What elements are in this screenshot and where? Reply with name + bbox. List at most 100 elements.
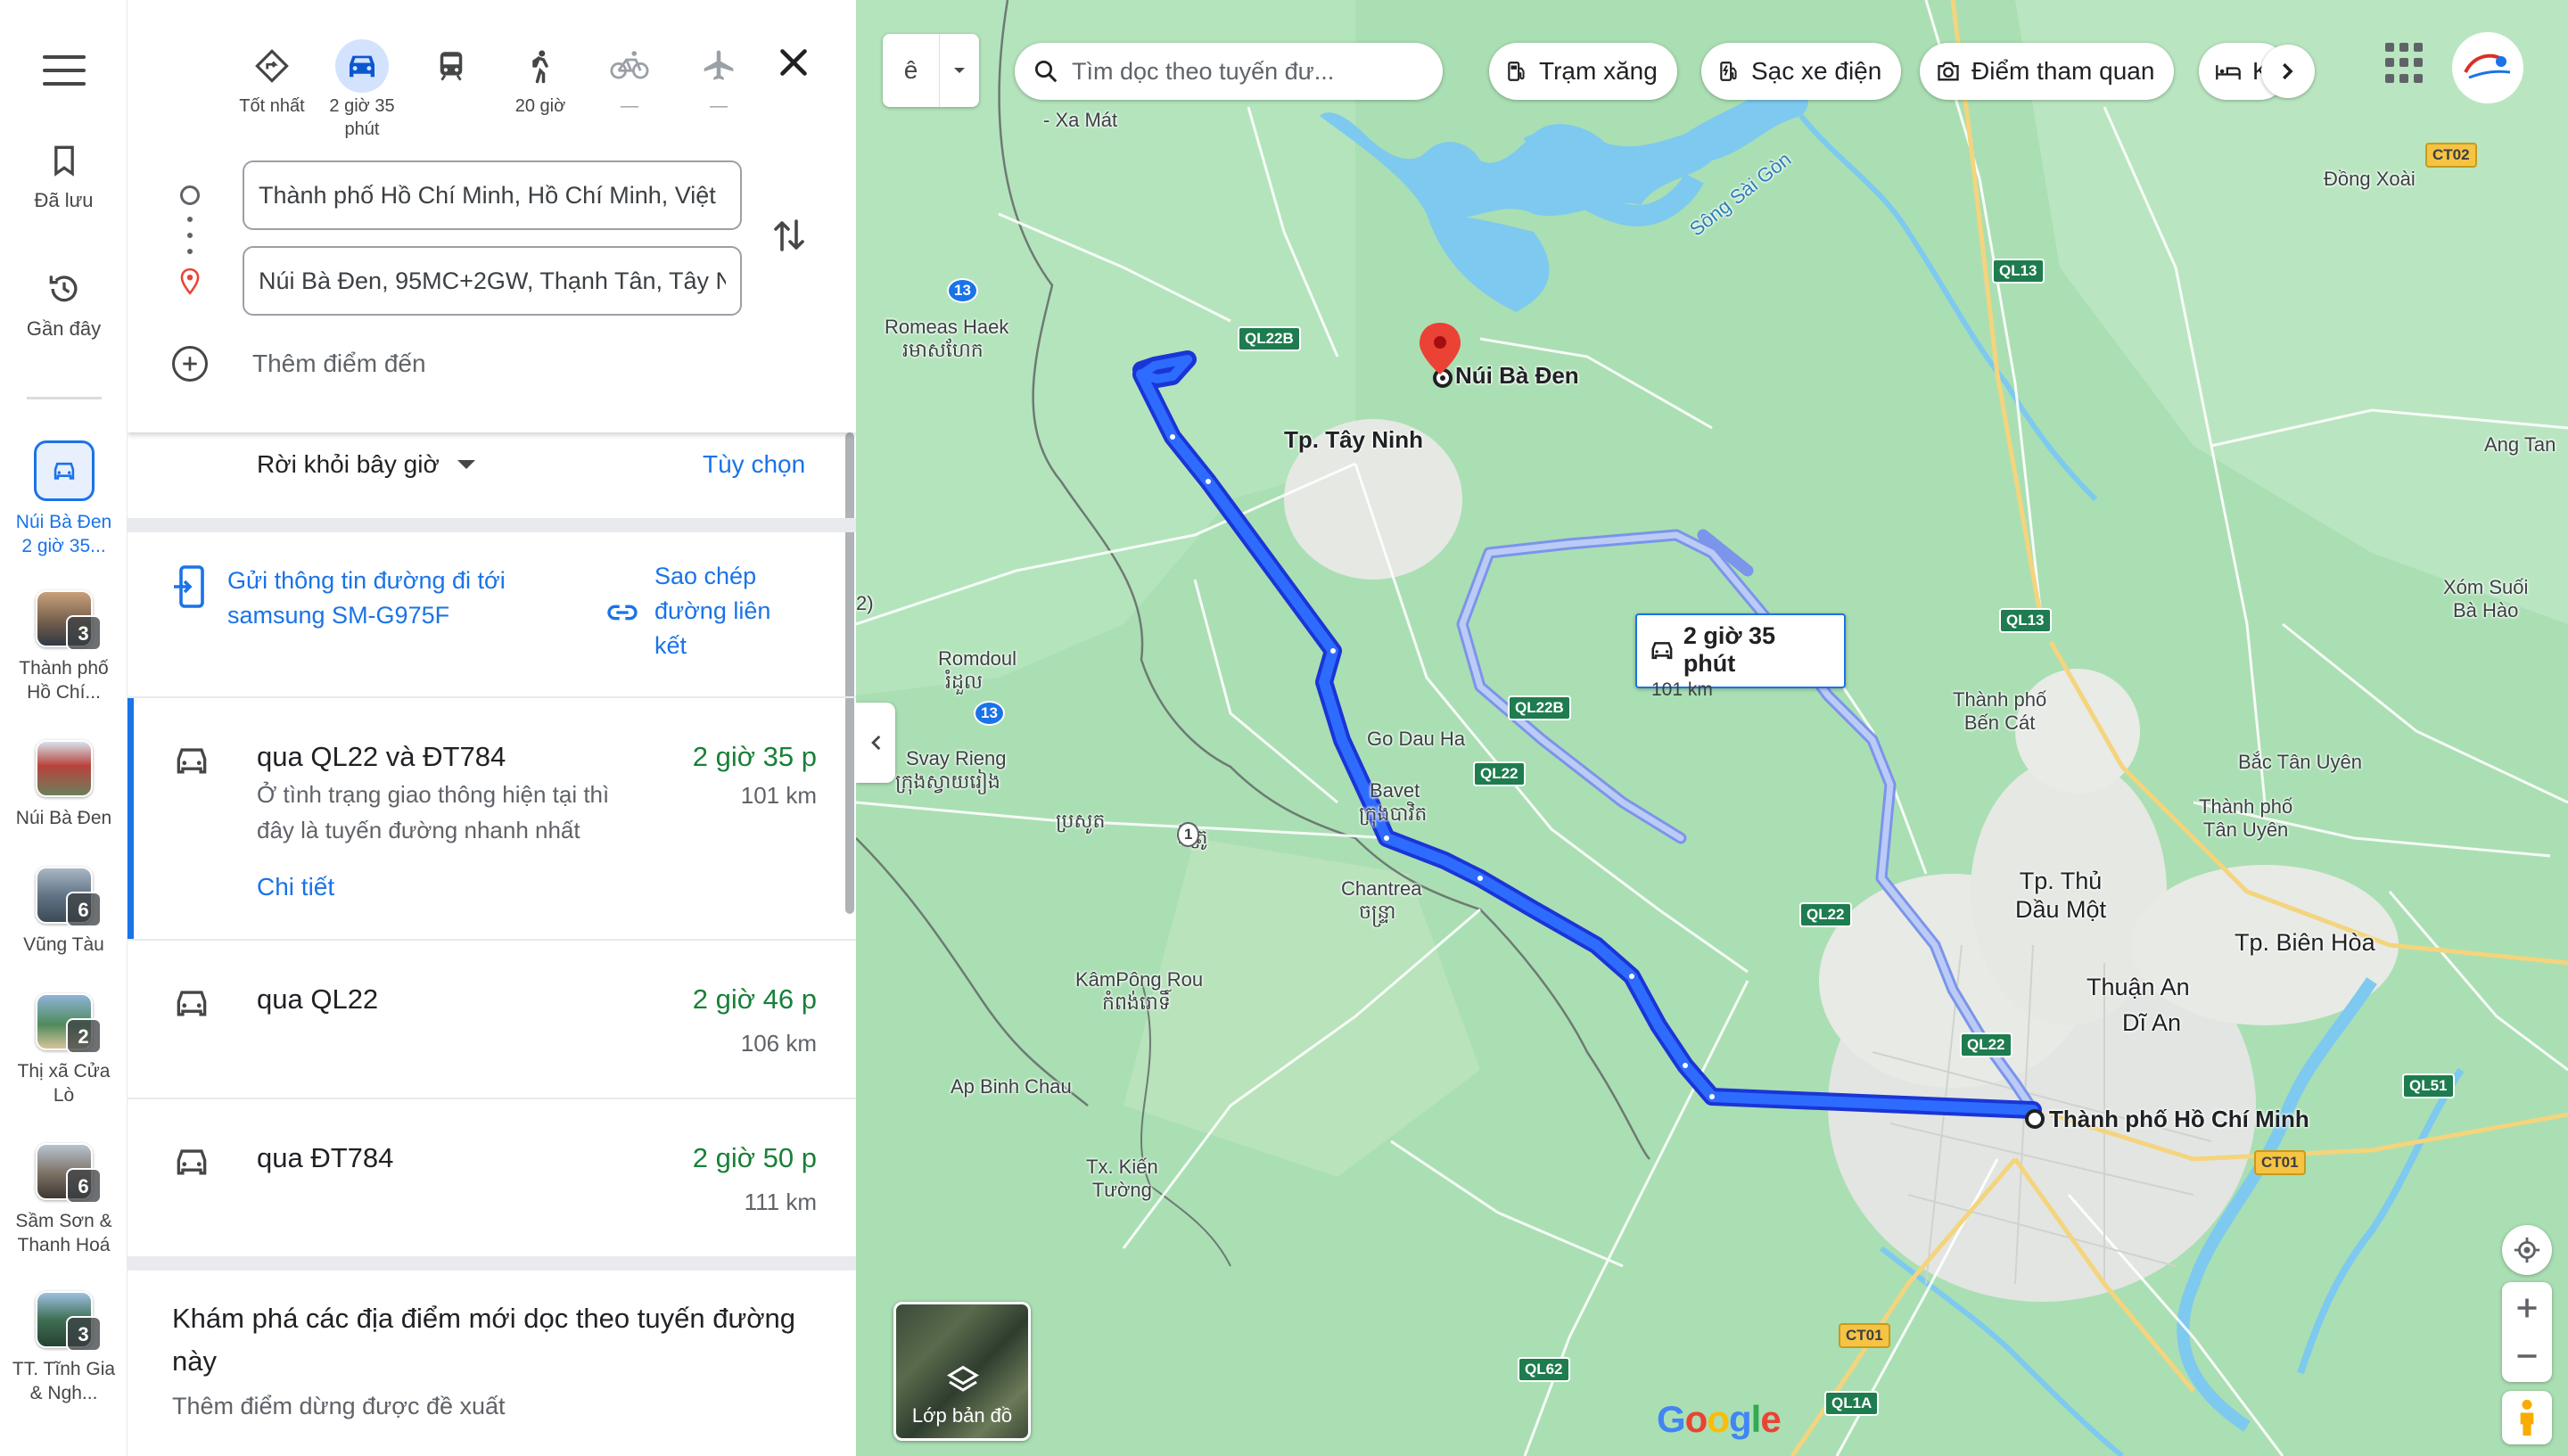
google-apps-icon[interactable] [2385,43,2426,84]
count-badge: 6 [65,892,102,927]
place-thumb: 6 [35,867,102,927]
explore-title: Khám phá các địa điểm mới dọc theo tuyến… [172,1303,796,1377]
rail-item-vung-tau[interactable]: 6 Vũng Tàu [0,867,128,957]
account-avatar[interactable] [2452,32,2523,103]
my-location-button[interactable] [2502,1225,2552,1275]
section-divider [128,1256,856,1271]
map-label-destination[interactable]: Núi Bà Đen [1455,364,1579,387]
car-icon [177,748,207,774]
mode-flight-label: — [710,96,728,116]
collapse-panel-button[interactable] [856,703,895,783]
road-shield: QL22 [1960,1032,2012,1057]
origin-dot-icon [180,185,200,205]
mode-driving[interactable]: 2 giờ 35 phút [322,39,402,141]
map-label: Tx. Kiến Tường [1086,1156,1158,1201]
mode-bicycle-label: — [621,96,638,116]
chips-next-button[interactable] [2261,45,2315,98]
road-shield: QL62 [1518,1357,1570,1382]
road-shield: QL22B [1508,695,1571,720]
route-name: qua QL22 [257,983,379,1015]
mode-driving-label: 2 giờ 35 phút [329,96,395,139]
mode-bicycle[interactable]: — [589,39,670,118]
map-label: រំដួល [945,670,983,693]
send-to-phone-button[interactable]: Gửi thông tin đường đi tới samsung SM-G9… [172,563,575,633]
chip-gas-stations[interactable]: Trạm xăng [1489,43,1677,100]
mode-walking[interactable]: 20 giờ [500,39,580,118]
route-duration: 2 giờ 50 p [692,1142,817,1173]
destination-pin-icon [180,267,200,295]
camera-icon [1938,62,1959,81]
rail-item-nui-ba-den[interactable]: Núi Bà Đen [0,740,128,830]
chevron-left-icon [871,735,881,751]
rail-item-label: Sầm Sơn & Thanh Hoá [15,1211,112,1255]
rail-item-label: Núi Bà Đen [15,808,112,828]
rail-item-saigon[interactable]: 3 Thành phố Hồ Chí... [0,590,128,704]
explore-subtitle[interactable]: Thêm điểm dừng được đề xuất [172,1393,506,1420]
rail-item-label: Vũng Tàu [23,934,104,955]
route-duration-callout[interactable]: 2 giờ 35 phút 101 km [1635,613,1846,700]
copy-link-label: Sao chép đường liên kết [654,563,771,659]
zoom-out-icon[interactable] [2514,1343,2540,1370]
recent-button[interactable]: Gần đây [0,269,128,341]
route-distance: 101 km [740,782,817,809]
map-canvas[interactable]: - Xa Mát Romeas Haek រមាសហែក Tp. Tây Nin… [856,0,2568,1456]
route-filter-dropdown[interactable]: ê [883,34,979,107]
send-to-phone-icon [174,565,204,608]
history-icon [49,276,77,302]
route-distance: 106 km [740,1030,817,1057]
menu-icon[interactable] [43,55,86,86]
section-divider [128,518,856,532]
place-thumb: 2 [35,993,102,1054]
chip-label: Sạc xe điện [1751,57,1882,85]
map-label: រមាសហែក [902,339,984,361]
rail-item-tinh-gia[interactable]: 3 TT. Tĩnh Gia & Ngh... [0,1291,128,1405]
rail-item-cua-lo[interactable]: 2 Thị xã Cửa Lò [0,993,128,1107]
map-label: ប្រសូត [1056,810,1106,832]
street-view-pegman[interactable] [2502,1391,2552,1444]
mode-best-label: Tốt nhất [239,96,305,116]
rail-item-label: Núi Bà Đen 2 giờ 35... [15,512,112,556]
route-option-2[interactable]: qua QL22 2 giờ 46 p 106 km [128,941,856,1098]
route-name: qua QL22 và ĐT784 [257,741,506,772]
place-thumb: 3 [35,590,102,651]
route-option-1[interactable]: qua QL22 và ĐT784 2 giờ 35 p Ở tình trạn… [128,698,856,939]
mode-transit[interactable] [411,39,491,95]
map-label: Go Dau Ha [1367,728,1466,750]
zoom-in-icon[interactable] [2514,1295,2540,1321]
place-thumb: 6 [35,1143,102,1204]
count-badge: 3 [65,1316,102,1352]
route-search-box[interactable]: Tìm dọc theo tuyến đư... [1015,43,1443,100]
origin-input[interactable]: Thành phố Hồ Chí Minh, Hồ Chí Minh, Việt [243,160,742,230]
route-details-link[interactable]: Chi tiết [257,873,334,901]
nui-ba-den-thumb-image [35,740,93,797]
swap-icon[interactable] [771,214,807,257]
map-label-origin[interactable]: Thành phố Hồ Chí Minh [2049,1107,2309,1131]
depart-time-dropdown[interactable]: Rời khỏi bây giờ [257,450,475,479]
map-label: Thành phố Tân Uyên [2199,795,2293,841]
mode-flight[interactable]: — [679,39,759,118]
rail-item-sam-son[interactable]: 6 Sầm Sơn & Thanh Hoá [0,1143,128,1257]
options-link[interactable]: Tùy chọn [703,450,805,479]
mode-best[interactable]: Tốt nhất [232,39,312,118]
caret-down-icon [954,68,965,73]
avatar-logo-icon [2464,53,2511,79]
layers-label: Lớp bản đồ [911,1404,1013,1427]
rail-item-label: TT. Tĩnh Gia & Ngh... [12,1359,116,1403]
close-icon[interactable] [771,40,816,85]
zoom-controls [2502,1282,2552,1382]
saved-button[interactable]: Đã lưu [0,141,128,212]
map-label: Bavet [1370,779,1420,802]
map-layers-button[interactable]: Lớp bản đồ [893,1302,1031,1441]
copy-link-button[interactable]: Sao chép đường liên kết [605,559,797,663]
count-badge: 2 [65,1018,102,1054]
destination-input[interactable]: Núi Bà Đen, 95MC+2GW, Thạnh Tân, Tây N [243,246,742,316]
add-destination-button[interactable]: Thêm điểm đến [172,346,426,382]
rail-item-current-route[interactable]: Núi Bà Đen 2 giờ 35... [0,440,128,558]
chip-attractions[interactable]: Điểm tham quan [1920,43,2175,100]
route-duration: 2 giờ 35 p [692,741,817,772]
chip-ev-charging[interactable]: Sạc xe điện [1701,43,1902,100]
road-shield: QL22B [1238,326,1301,351]
gas-station-icon [1508,62,1525,81]
car-icon [350,55,374,78]
route-option-3[interactable]: qua ĐT784 2 giờ 50 p 111 km [128,1099,856,1256]
